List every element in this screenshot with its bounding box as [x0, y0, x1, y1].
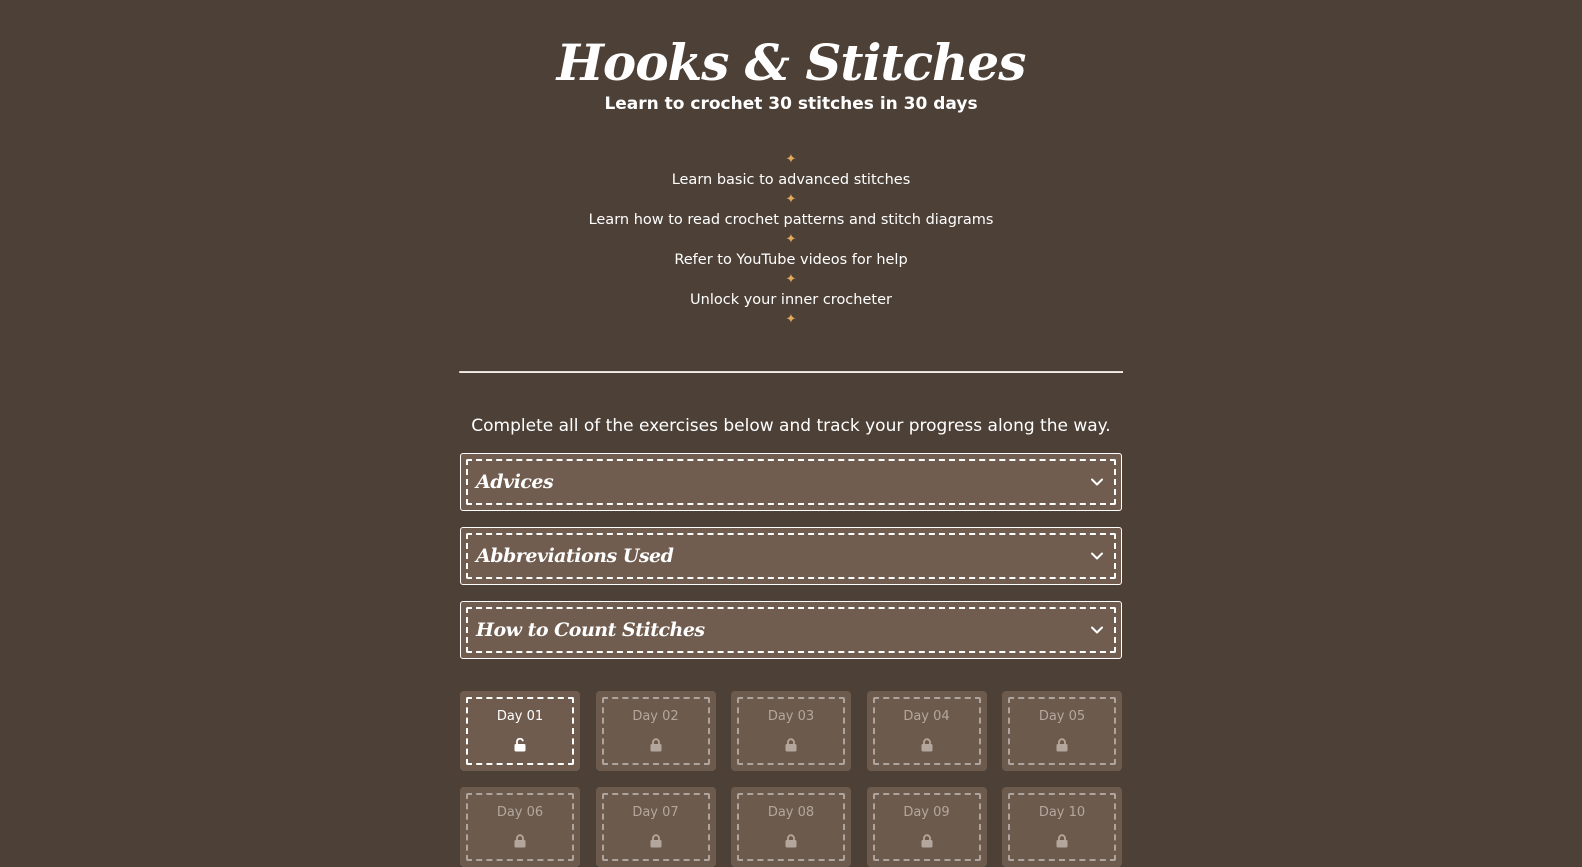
section-divider [459, 371, 1123, 373]
star-icon: ✦ [785, 312, 797, 327]
day-card-inner: Day 07 [601, 793, 710, 861]
feature-list: ✦ Learn basic to advanced stitches ✦ Lea… [0, 150, 1582, 330]
day-card-4[interactable]: Day 04 [866, 691, 987, 771]
accordion-advices[interactable]: Advices [460, 453, 1122, 511]
day-card-inner: Day 06 [466, 793, 574, 861]
day-label: Day 07 [632, 805, 679, 820]
day-card-2[interactable]: Day 02 [595, 691, 716, 771]
lock-icon [921, 833, 933, 848]
accordion-header: Abbreviations Used [466, 533, 1116, 579]
day-card-5[interactable]: Day 05 [1002, 691, 1122, 771]
day-label: Day 08 [767, 805, 815, 820]
site-header: Hooks & Stitches Learn to crochet 30 sti… [0, 0, 1582, 115]
day-card-1[interactable]: Day 01 [460, 691, 580, 771]
day-label: Day 06 [496, 805, 544, 820]
star-icon: ✦ [785, 232, 797, 247]
star-icon: ✦ [785, 272, 797, 287]
feature-item: Unlock your inner crocheter [690, 292, 892, 308]
star-icon: ✦ [785, 152, 797, 167]
lock-icon [1056, 737, 1068, 752]
site-title: Hooks & Stitches [556, 33, 1027, 92]
day-card-9[interactable]: Day 09 [866, 787, 987, 867]
day-card-8[interactable]: Day 08 [731, 787, 851, 867]
chevron-down-icon [1090, 475, 1104, 489]
accordion-title: Abbreviations Used [476, 545, 674, 567]
lock-icon [921, 737, 933, 752]
chevron-down-icon [1090, 549, 1104, 563]
feature-item: Learn how to read crochet patterns and s… [588, 212, 994, 228]
lock-icon [650, 833, 662, 848]
day-card-3[interactable]: Day 03 [731, 691, 851, 771]
day-card-inner: Day 08 [737, 793, 845, 861]
day-label: Day 03 [767, 709, 815, 724]
accordion-title: Advices [476, 471, 554, 493]
lock-icon [785, 737, 797, 752]
day-label: Day 10 [1038, 805, 1086, 820]
accordion-header: Advices [466, 459, 1116, 505]
day-card-inner: Day 02 [601, 697, 710, 765]
feature-item: Refer to YouTube videos for help [674, 252, 908, 268]
day-card-inner: Day 10 [1008, 793, 1116, 861]
accordion-abbreviations-used[interactable]: Abbreviations Used [460, 527, 1122, 585]
day-label: Day 02 [632, 709, 679, 724]
feature-item: Learn basic to advanced stitches [671, 172, 911, 188]
day-card-7[interactable]: Day 07 [595, 787, 716, 867]
lock-icon [785, 833, 797, 848]
accordion-title: How to Count Stitches [476, 619, 705, 641]
day-label: Day 01 [496, 709, 544, 724]
star-icon: ✦ [785, 192, 797, 207]
intro-text: Complete all of the exercises below and … [471, 416, 1111, 436]
accordion-how-to-count-stitches[interactable]: How to Count Stitches [460, 601, 1122, 659]
day-card-10[interactable]: Day 10 [1002, 787, 1122, 867]
chevron-down-icon [1090, 623, 1104, 637]
lock-icon [650, 737, 662, 752]
day-card-inner: Day 04 [872, 697, 981, 765]
info-accordion: Advices Abbreviations Used How to Count … [460, 453, 1122, 659]
day-label: Day 05 [1038, 709, 1086, 724]
unlock-icon [514, 737, 526, 752]
site-tagline: Learn to crochet 30 stitches in 30 days [604, 94, 978, 114]
day-label: Day 04 [903, 709, 950, 724]
day-label: Day 09 [903, 805, 950, 820]
lock-icon [1056, 833, 1068, 848]
day-grid: Day 01 Day 02 Day 03 Day 04 Day 05 Day 06 Day … [460, 691, 1122, 867]
day-card-6[interactable]: Day 06 [460, 787, 580, 867]
day-card-inner: Day 05 [1008, 697, 1116, 765]
day-card-inner: Day 03 [737, 697, 845, 765]
accordion-header: How to Count Stitches [466, 607, 1116, 653]
day-card-inner: Day 09 [872, 793, 981, 861]
day-card-inner: Day 01 [466, 697, 574, 765]
lock-icon [514, 833, 526, 848]
